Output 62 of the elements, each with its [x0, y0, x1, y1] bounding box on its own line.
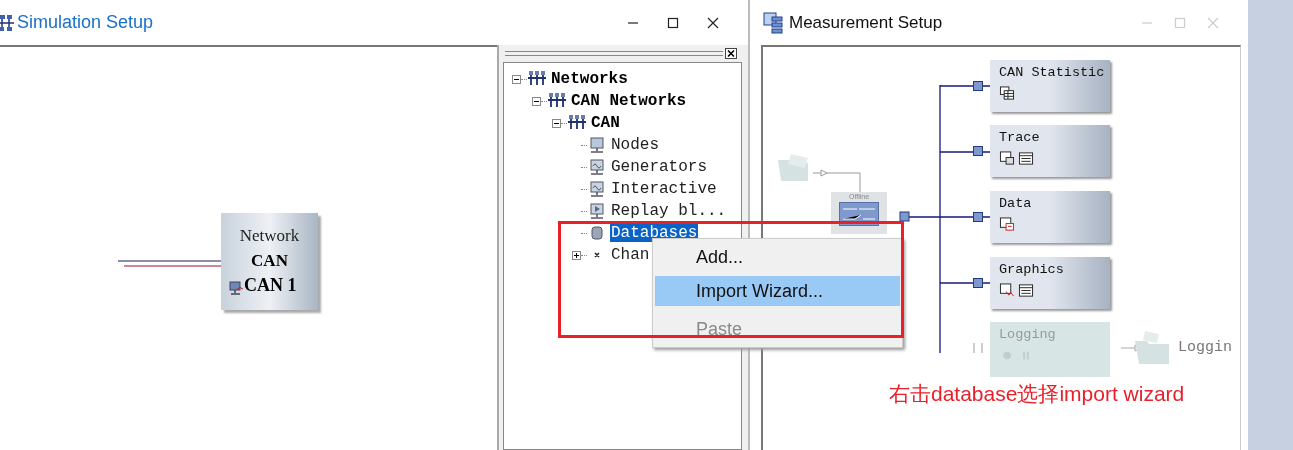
list-icon [1018, 151, 1034, 166]
switch-icon [839, 202, 879, 226]
network-node[interactable]: Network CAN CAN 1 [221, 213, 318, 310]
computer-icon [588, 181, 606, 197]
tree-connector [581, 166, 587, 168]
close-icon[interactable] [725, 47, 737, 59]
window-icon [999, 151, 1015, 166]
tree-connector [581, 188, 587, 190]
tree-connector [581, 232, 587, 234]
collapse-toggle[interactable] [512, 74, 521, 84]
measurement-block[interactable]: Data [990, 191, 1110, 243]
node-icon [229, 281, 244, 296]
menu-item[interactable]: Add... [655, 242, 900, 272]
block-label: Graphics [999, 261, 1065, 279]
computer-icon [588, 137, 606, 153]
collapse-toggle[interactable] [532, 96, 541, 106]
collapse-toggle[interactable] [552, 118, 561, 128]
window-icon [999, 217, 1015, 232]
chart-window-icon [999, 283, 1015, 298]
list-icon [1018, 283, 1034, 298]
arrow-connector [813, 168, 861, 194]
tree-connector [561, 122, 567, 124]
network-icon [528, 71, 546, 87]
block-label: Data [999, 195, 1033, 213]
tree-item[interactable]: CAN [590, 114, 621, 132]
block-label: Logging [999, 326, 1057, 344]
network-icon [548, 93, 566, 109]
network-icon [568, 115, 586, 131]
block-label: Trace [999, 129, 1041, 147]
expand-toggle[interactable] [572, 250, 581, 260]
folder-icon [775, 152, 811, 182]
measurement-window-icon [763, 11, 785, 34]
tree-item[interactable]: Networks [550, 70, 629, 88]
menu-item[interactable]: Import Wizard... [655, 276, 900, 306]
database-icon [588, 225, 606, 241]
tree-item[interactable]: Replay bl... [610, 202, 728, 220]
folder-icon [1133, 329, 1171, 365]
tree-item[interactable]: CAN Networks [570, 92, 688, 110]
tree-item[interactable]: Interactive [610, 180, 718, 198]
measurement-block[interactable]: Trace [990, 125, 1110, 177]
block-label: CAN Statistic [999, 64, 1106, 82]
measurement-block[interactable]: Graphics [990, 257, 1110, 309]
tree-item[interactable]: Generators [610, 158, 708, 176]
node-bus: CAN [251, 250, 288, 272]
computer-icon [588, 159, 606, 175]
tree-connector [581, 254, 587, 256]
logging-output-label: Loggin [1178, 338, 1232, 358]
tree-connector [581, 210, 587, 212]
computer-icon [588, 203, 606, 219]
annotation-text: 右击database选择import wizard [889, 381, 1185, 407]
node-label: Network [239, 225, 300, 247]
tree-connector [541, 100, 547, 102]
measurement-block[interactable]: CAN Statistic [990, 60, 1110, 112]
tree-connector [581, 144, 587, 146]
window-title: Simulation Setup [17, 11, 154, 34]
window-title: Measurement Setup [789, 11, 943, 34]
tree-connector [521, 78, 527, 80]
table-icon [999, 86, 1015, 101]
network-window-icon [0, 13, 14, 32]
tree-item[interactable]: Nodes [610, 136, 660, 154]
tree-item[interactable]: Chan [610, 246, 651, 264]
node-channel: CAN 1 [244, 274, 297, 296]
